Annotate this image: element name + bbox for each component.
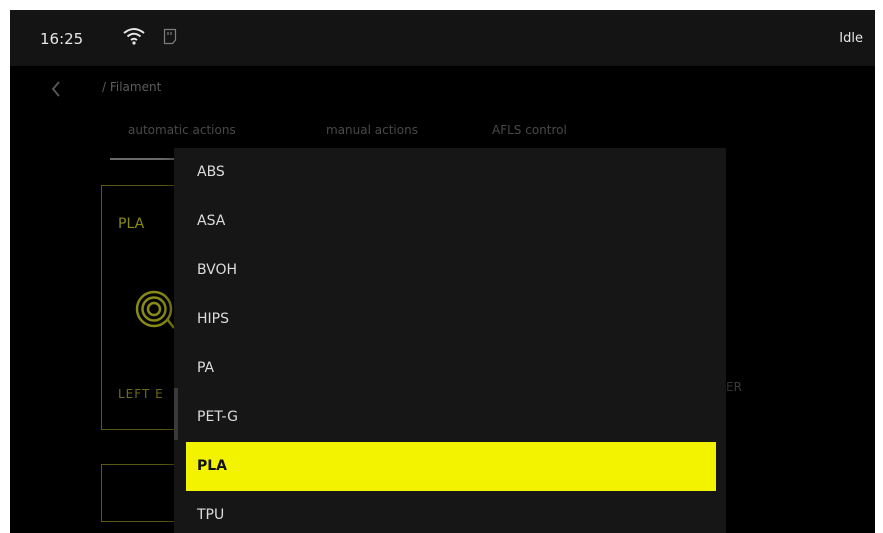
tab-manual-actions[interactable]: manual actions xyxy=(326,123,418,137)
tab-automatic-actions[interactable]: automatic actions xyxy=(128,123,236,137)
status-bar: 16:25 Idle xyxy=(10,10,875,66)
option-bvoh[interactable]: BVOH xyxy=(186,246,716,295)
right-extruder-label: ER xyxy=(726,380,742,394)
printer-state: Idle xyxy=(839,31,863,46)
option-tpu[interactable]: TPU xyxy=(186,491,716,533)
clock: 16:25 xyxy=(40,30,84,48)
breadcrumb: / Filament xyxy=(102,80,162,94)
material-dropdown[interactable]: ABS ASA BVOH HIPS PA PET-G PLA TPU xyxy=(174,148,726,533)
option-asa[interactable]: ASA xyxy=(186,197,716,246)
extruder-material: PLA xyxy=(118,216,145,232)
option-pla-selected[interactable]: PLA xyxy=(186,442,716,491)
back-arrow-icon[interactable] xyxy=(50,80,62,102)
option-abs[interactable]: ABS xyxy=(186,148,716,197)
option-pa[interactable]: PA xyxy=(186,344,716,393)
storage-icon xyxy=(163,28,177,49)
printer-screen: 16:25 Idle / Filament automatic actions … xyxy=(10,10,875,533)
extruder-side-label: LEFT E xyxy=(118,387,164,401)
wifi-icon xyxy=(122,26,146,50)
tab-afls-control[interactable]: AFLS control xyxy=(492,123,567,137)
dropdown-scrollbar[interactable] xyxy=(174,388,178,440)
option-hips[interactable]: HIPS xyxy=(186,295,716,344)
spool-icon xyxy=(133,288,175,334)
option-pet-g[interactable]: PET-G xyxy=(186,393,716,442)
